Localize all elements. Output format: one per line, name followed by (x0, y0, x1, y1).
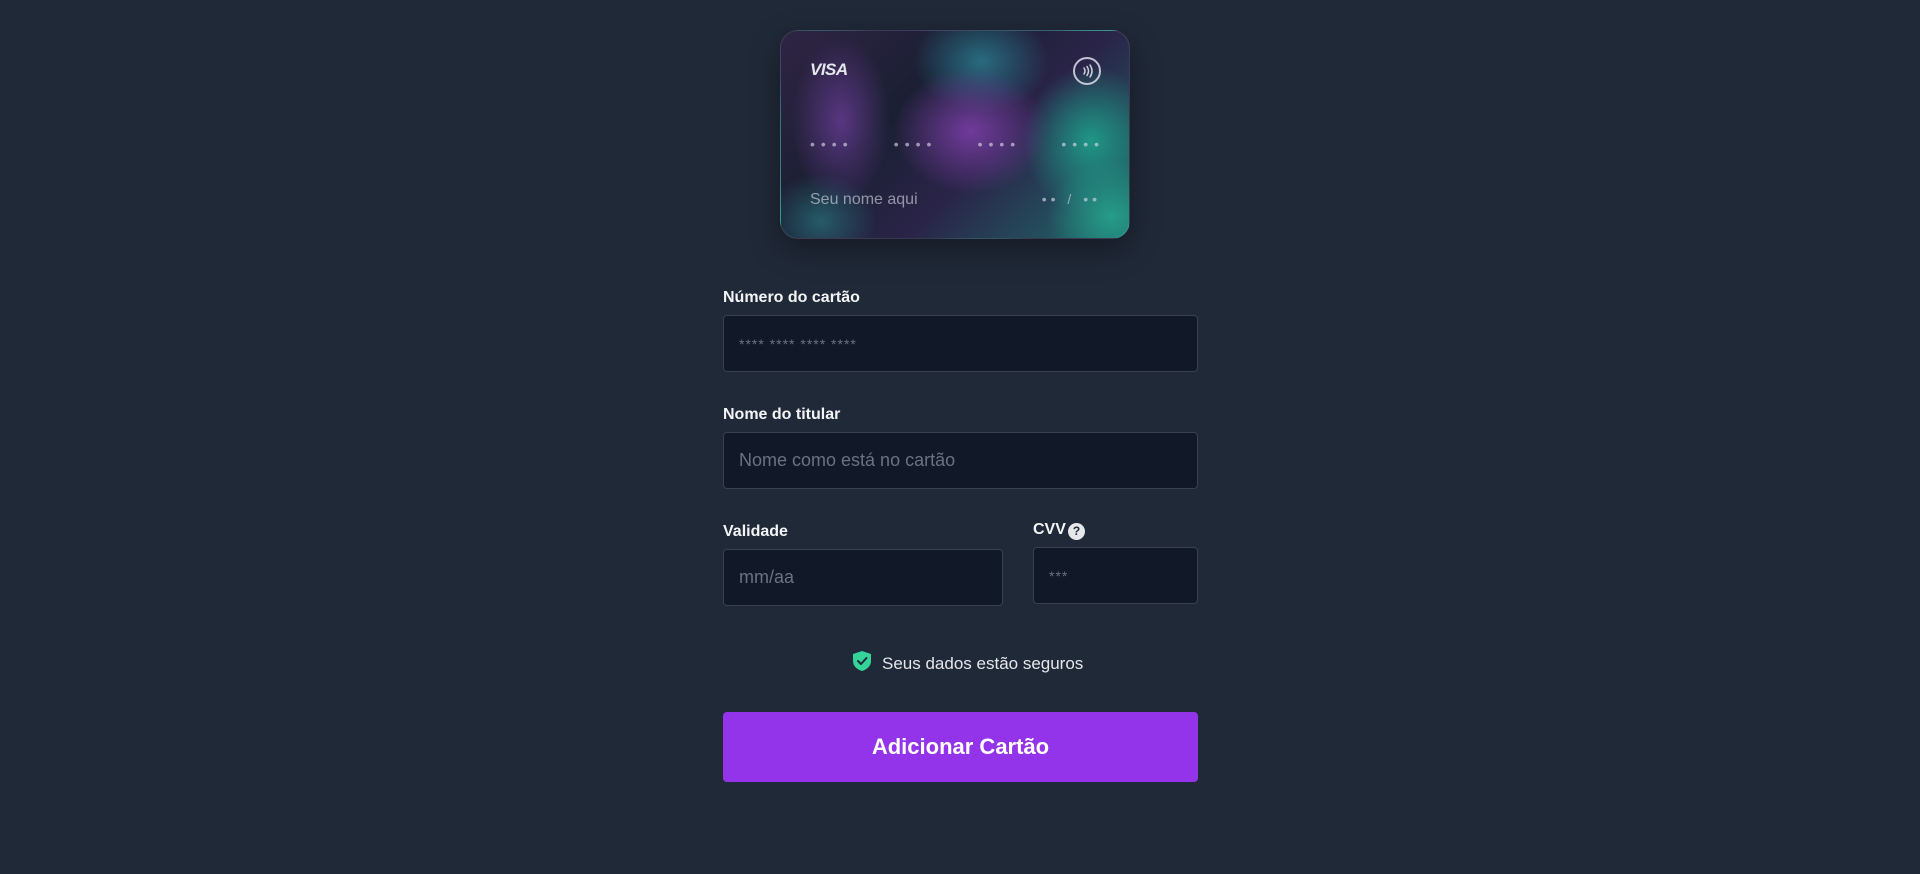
shield-check-icon (852, 650, 872, 677)
card-number-group: •••• (810, 136, 854, 152)
security-note: Seus dados estão seguros (852, 650, 1083, 677)
card-number-group: •••• (893, 136, 938, 152)
card-brand-logo: VISA (810, 60, 848, 79)
card-expiry-preview: •• / •• (1041, 191, 1101, 207)
card-number-input[interactable] (723, 315, 1198, 372)
cvv-label: CVV (1033, 521, 1066, 538)
card-number-label: Número do cartão (723, 289, 860, 306)
holder-name-input[interactable] (723, 432, 1198, 489)
holder-name-label: Nome do titular (723, 406, 841, 423)
card-preview: VISA •••• •••• •••• •••• Seu nome aqui •… (780, 30, 1130, 239)
card-number-group: •••• (1061, 136, 1105, 152)
card-number-group: •••• (977, 136, 1022, 152)
expiry-input[interactable] (723, 549, 1003, 606)
add-card-button[interactable]: Adicionar Cartão (723, 712, 1198, 782)
help-icon[interactable]: ? (1068, 523, 1085, 540)
security-note-text: Seus dados estão seguros (882, 653, 1084, 673)
cvv-input[interactable] (1033, 547, 1198, 604)
card-holder-preview: Seu nome aqui (810, 191, 918, 208)
card-number-preview: •••• •••• •••• •••• (810, 136, 1105, 152)
contactless-icon (1073, 57, 1101, 85)
expiry-label: Validade (723, 523, 788, 540)
